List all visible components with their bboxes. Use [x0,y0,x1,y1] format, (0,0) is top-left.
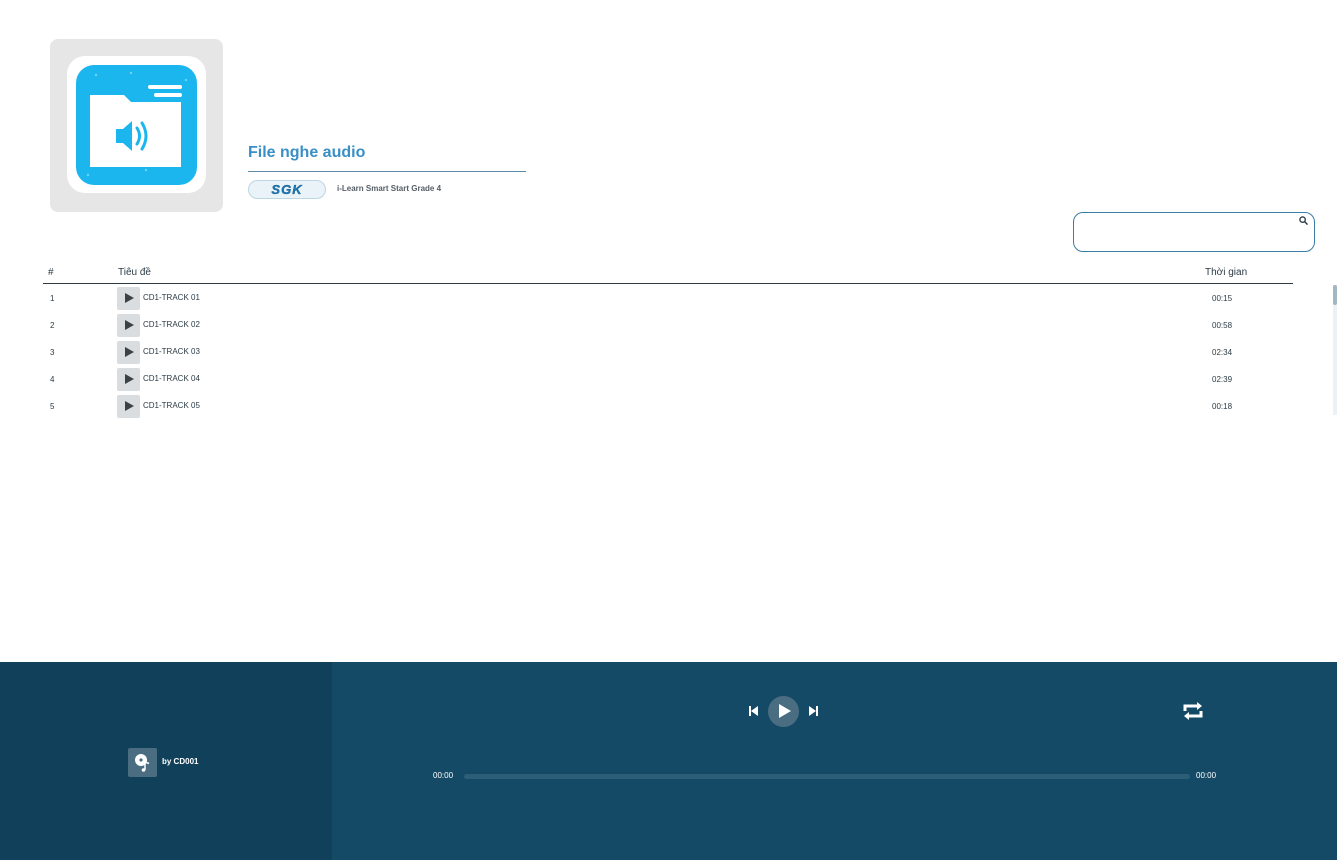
track-play-button[interactable] [117,287,140,310]
track-number: 3 [50,348,55,357]
track-title[interactable]: CD1-TRACK 05 [143,401,200,410]
track-title[interactable]: CD1-TRACK 01 [143,293,200,302]
track-number: 5 [50,402,55,411]
track-play-button[interactable] [117,314,140,337]
track-duration: 02:39 [1212,375,1233,384]
track-number: 1 [50,294,55,303]
column-duration: Thời gian [1205,267,1248,278]
track-number: 2 [50,321,55,330]
play-button[interactable] [768,696,799,727]
total-duration: 00:00 [1196,771,1217,780]
list-scrollbar[interactable] [1333,285,1337,415]
track-play-button[interactable] [117,341,140,364]
next-track-icon[interactable] [808,703,820,719]
cover-frame [67,56,206,193]
now-playing-panel: by CD001 [0,662,332,860]
track-duration: 00:15 [1212,294,1233,303]
album-cover [50,39,223,212]
artist-name: by CD001 [162,757,199,766]
artist-icon [128,748,157,777]
publisher-logo: SGK [248,180,326,199]
track-table-header: # Tiêu đề Thời gian [43,264,1293,284]
track-title[interactable]: CD1-TRACK 03 [143,347,200,356]
track-number: 4 [50,375,55,384]
table-row[interactable]: 5 CD1-TRACK 05 00:18 [43,393,1293,420]
column-title: Tiêu đề [118,267,151,278]
column-number: # [48,267,54,278]
table-row[interactable]: 4 CD1-TRACK 04 02:39 [43,366,1293,393]
track-duration: 00:18 [1212,402,1233,411]
previous-track-icon[interactable] [747,703,759,719]
repeat-icon[interactable] [1180,700,1206,722]
page-title: File nghe audio [248,142,526,172]
table-row[interactable]: 3 CD1-TRACK 03 02:34 [43,339,1293,366]
track-duration: 00:58 [1212,321,1233,330]
table-row[interactable]: 1 CD1-TRACK 01 00:15 [43,285,1293,312]
search-icon[interactable] [1299,216,1308,225]
scrollbar-thumb[interactable] [1333,285,1337,305]
search-input[interactable] [1084,214,1304,250]
track-play-button[interactable] [117,395,140,418]
track-duration: 02:34 [1212,348,1233,357]
audio-player-bar: by CD001 [0,662,1337,860]
folder-audio-icon [76,65,197,185]
table-row[interactable]: 2 CD1-TRACK 02 00:58 [43,312,1293,339]
current-time: 00:00 [433,771,454,780]
track-list: 1 CD1-TRACK 01 00:15 2 CD1-TRACK 02 00:5… [43,285,1293,420]
track-play-button[interactable] [117,368,140,391]
track-title[interactable]: CD1-TRACK 04 [143,374,200,383]
search-box[interactable] [1073,212,1315,252]
progress-bar[interactable] [464,774,1190,779]
book-name: i-Learn Smart Start Grade 4 [337,184,442,193]
track-title[interactable]: CD1-TRACK 02 [143,320,200,329]
